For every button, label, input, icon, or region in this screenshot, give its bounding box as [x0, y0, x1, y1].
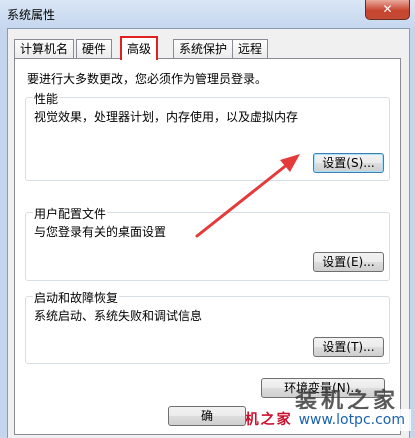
- performance-title: 性能: [33, 90, 60, 107]
- tab-advanced[interactable]: 高级: [120, 36, 159, 60]
- startup-recovery-description: 系统启动、系统失败和调试信息: [34, 309, 203, 323]
- user-profiles-description: 与您登录有关的桌面设置: [34, 225, 167, 239]
- startup-recovery-group: 启动和故障恢复 系统启动、系统失败和调试信息 设置(T)...: [25, 289, 390, 364]
- window-title: 系统属性: [7, 8, 56, 22]
- startup-recovery-title: 启动和故障恢复: [33, 289, 120, 306]
- watermark-url: www.lotpc.com: [298, 412, 405, 428]
- admin-notice: 要进行大多数更改，您必须作为管理员登录。: [27, 72, 268, 86]
- tab-computer-name[interactable]: 计算机名: [14, 39, 75, 58]
- close-button[interactable]: ✕: [365, 0, 410, 20]
- startup-recovery-settings-button[interactable]: 设置(T)...: [313, 337, 384, 357]
- tab-hardware[interactable]: 硬件: [76, 39, 113, 58]
- watermark-badge: 装机之家 www.lotpc.com: [222, 409, 411, 431]
- user-profiles-title: 用户配置文件: [33, 205, 108, 222]
- user-profiles-group: 用户配置文件 与您登录有关的桌面设置 设置(E)...: [25, 205, 390, 281]
- performance-group: 性能 视觉效果，处理器计划，内存使用，以及虚拟内存 设置(S)...: [25, 90, 390, 181]
- dialog-body: 计算机名 硬件 高级 系统保护 远程 要进行大多数更改，您必须作为管理员登录。 …: [7, 28, 410, 438]
- title-bar[interactable]: 系统属性 ✕: [0, 0, 415, 28]
- ok-button[interactable]: 确: [168, 406, 246, 426]
- tab-remote[interactable]: 远程: [232, 39, 269, 58]
- tab-system-protection[interactable]: 系统保护: [173, 39, 234, 58]
- performance-settings-button[interactable]: 设置(S)...: [313, 153, 384, 173]
- user-profiles-settings-button[interactable]: 设置(E)...: [313, 252, 384, 272]
- advanced-tab-panel: 要进行大多数更改，您必须作为管理员登录。 性能 视觉效果，处理器计划，内存使用，…: [14, 58, 401, 435]
- performance-description: 视觉效果，处理器计划，内存使用，以及虚拟内存: [34, 110, 299, 124]
- system-properties-window: 系统属性 ✕ 计算机名 硬件 高级 系统保护 远程 要进行大多数更改，您必须作为…: [0, 0, 415, 438]
